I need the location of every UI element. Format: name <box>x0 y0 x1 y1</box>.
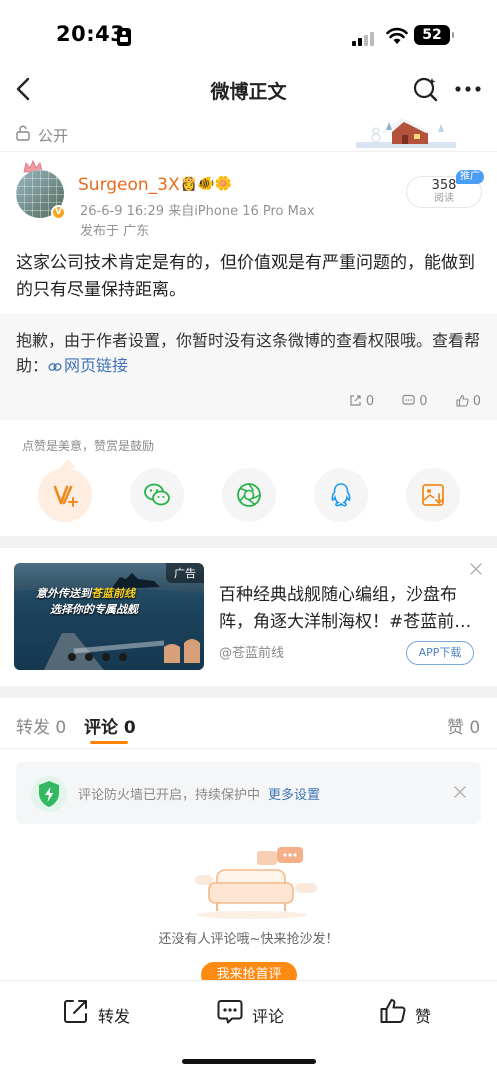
like-action-label: 赞 <box>415 1007 432 1026</box>
tab-comment-label: 评论 <box>84 718 118 738</box>
promote-tag[interactable]: 推广 <box>456 170 484 184</box>
contact-card-icon <box>117 28 131 46</box>
firewall-status-text: 评论防火墙已开启，持续保护中 <box>78 788 261 803</box>
unlock-icon <box>16 125 30 141</box>
read-count-label: 阅读 <box>434 193 454 204</box>
post-location: 发布于 广东 <box>80 224 150 239</box>
author-name[interactable]: Surgeon_3X <box>78 175 180 195</box>
author-badges[interactable]: 👸🐠🌼 <box>180 176 232 192</box>
moments-icon <box>237 483 261 507</box>
repost-action[interactable]: 转发 <box>62 997 142 1029</box>
repost-icon <box>64 1000 87 1023</box>
post-meta: 26-6-9 16:29 来自iPhone 16 Pro Max <box>80 204 315 219</box>
ad-tag: 广告 <box>166 563 204 583</box>
close-icon[interactable] <box>468 561 484 577</box>
repost-action-label: 转发 <box>98 1007 131 1026</box>
reward-pointer <box>60 459 76 468</box>
tab-repost-count: 0 <box>55 718 67 738</box>
cellular-signal-icon <box>352 30 378 46</box>
tabs-divider <box>0 748 497 749</box>
repost-icon <box>350 395 361 406</box>
empty-comments-text: 还没有人评论哦~快来抢沙发！ <box>158 932 339 947</box>
comment-firewall-banner: 评论防火墙已开启，持续保护中 更多设置 <box>16 762 481 824</box>
repost-stat-comments-count: 0 <box>419 394 428 409</box>
firewall-text: 评论防火墙已开启，持续保护中 更多设置 <box>78 784 320 803</box>
comment-action[interactable]: 评论 <box>216 997 296 1029</box>
share-moments-button[interactable] <box>222 468 276 522</box>
firewall-more-settings-link[interactable]: 更多设置 <box>268 788 320 803</box>
share-wechat-button[interactable] <box>130 468 184 522</box>
repost-stat-reposts[interactable]: 0 <box>349 394 374 409</box>
link-icon <box>48 362 62 371</box>
status-time: 20:43 <box>56 22 126 46</box>
bottom-action-bar: 转发 评论 赞 <box>0 980 497 1080</box>
tab-comment[interactable]: 评论 0 <box>84 713 136 738</box>
like-icon <box>380 999 406 1023</box>
tab-comment-count: 0 <box>123 718 136 738</box>
search-icon[interactable] <box>411 74 441 104</box>
save-image-button[interactable] <box>406 468 460 522</box>
ad-image[interactable]: 意外传送到苍蓝前线 选择你的专属战舰 广告 <box>14 563 204 670</box>
repost-card[interactable]: 抱歉，由于作者设置，你暂时没有这条微博的查看权限哦。查看帮助： 网页链接 0 0 … <box>0 314 497 420</box>
wifi-icon <box>386 27 408 44</box>
qq-icon <box>331 483 351 507</box>
winter-cabin-decoration <box>356 118 456 148</box>
like-icon <box>456 394 469 407</box>
ad-image-caption-2: 选择你的专属战舰 <box>50 603 138 616</box>
repost-stats: 0 0 0 <box>325 394 481 409</box>
ad-text[interactable]: 百种经典战舰随心编组，沙盘布阵，角逐大洋制海权！#苍蓝前… <box>219 582 479 636</box>
web-link-text[interactable]: 网页链接 <box>64 356 128 375</box>
ad-download-button[interactable]: APP下载 <box>406 641 474 665</box>
ad-source[interactable]: @苍蓝前线 <box>219 642 284 661</box>
nav-bar: 微博正文 <box>0 62 497 116</box>
ad-image-caption-1: 意外传送到苍蓝前线 <box>36 587 135 600</box>
tab-like-count: 0 <box>469 718 481 738</box>
visibility-label: 公开 <box>38 127 69 145</box>
verified-badge-icon: V <box>51 205 66 220</box>
tab-repost[interactable]: 转发 0 <box>16 713 66 738</box>
shield-icon <box>31 776 67 812</box>
repost-stat-likes[interactable]: 0 <box>456 394 481 409</box>
home-indicator[interactable] <box>182 1059 316 1064</box>
empty-sofa-illustration <box>195 847 317 919</box>
repost-stat-comments[interactable]: 0 <box>402 394 428 409</box>
web-link[interactable]: 网页链接 <box>48 356 128 375</box>
comment-icon <box>402 394 415 405</box>
section-divider <box>0 536 497 548</box>
status-bar: 20:43 52 <box>0 0 497 62</box>
reward-hint: 点赞是美意，赞赏是鼓励 <box>22 439 155 453</box>
like-action[interactable]: 赞 <box>379 997 439 1029</box>
more-icon[interactable] <box>452 74 484 104</box>
comment-action-label: 评论 <box>252 1007 285 1026</box>
save-image-icon <box>422 484 444 506</box>
tab-repost-label: 转发 <box>16 718 50 738</box>
share-qq-button[interactable] <box>314 468 368 522</box>
comment-icon <box>217 1000 243 1024</box>
section-divider <box>0 686 497 698</box>
post-text: 这家公司技术肯定是有的，但价值观是有严重问题的，能做到的只有尽量保持距离。 <box>16 253 475 300</box>
wechat-icon <box>144 483 170 506</box>
reward-icon <box>53 485 78 507</box>
repost-notice: 抱歉，由于作者设置，你暂时没有这条微博的查看权限哦。查看帮助： 网页链接 <box>16 328 482 378</box>
repost-stat-likes-count: 0 <box>472 394 481 409</box>
battery-indicator: 52 <box>414 25 454 45</box>
tab-like[interactable]: 赞 0 <box>447 713 480 738</box>
tab-like-label: 赞 <box>447 718 464 738</box>
reward-button[interactable] <box>38 468 92 522</box>
active-tab-indicator <box>90 741 128 744</box>
repost-stat-reposts-count: 0 <box>365 394 375 409</box>
close-icon[interactable] <box>453 785 467 799</box>
visibility-row: 公开 <box>0 116 497 152</box>
